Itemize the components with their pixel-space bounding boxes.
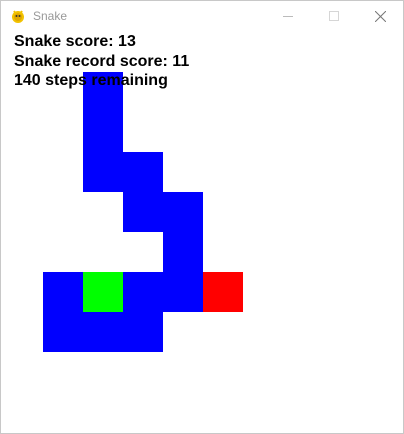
score-text: Snake score: 13 (14, 33, 136, 50)
close-button[interactable] (357, 1, 403, 31)
snake-head (83, 272, 123, 312)
snake-body-segment (163, 232, 203, 272)
minimize-icon (283, 16, 293, 17)
food-apple (203, 272, 243, 312)
record-score-text: Snake record score: 11 (14, 53, 190, 70)
snake-body-segment (163, 272, 203, 312)
snake-body-segment (83, 312, 123, 352)
maximize-icon (329, 11, 339, 21)
window-title: Snake (33, 9, 68, 23)
snake-body-segment (43, 272, 83, 312)
pygame-snake-icon (12, 10, 24, 23)
snake-body-segment (123, 152, 163, 192)
snake-body-segment (83, 112, 123, 152)
game-window: Snake Snake score: 13 Snake record score… (0, 0, 404, 434)
snake-body-segment (83, 152, 123, 192)
snake-body-segment (43, 312, 83, 352)
snake-body-segment (123, 192, 163, 232)
snake-body-segment (163, 192, 203, 232)
close-icon (374, 10, 386, 22)
snake-body-segment (123, 272, 163, 312)
maximize-button[interactable] (311, 1, 357, 31)
title-bar[interactable]: Snake (1, 1, 403, 31)
minimize-button[interactable] (265, 1, 311, 31)
steps-remaining-text: 140 steps remaining (14, 72, 168, 89)
game-board: Snake score: 13 Snake record score: 11 1… (3, 32, 403, 432)
snake-body-segment (123, 312, 163, 352)
